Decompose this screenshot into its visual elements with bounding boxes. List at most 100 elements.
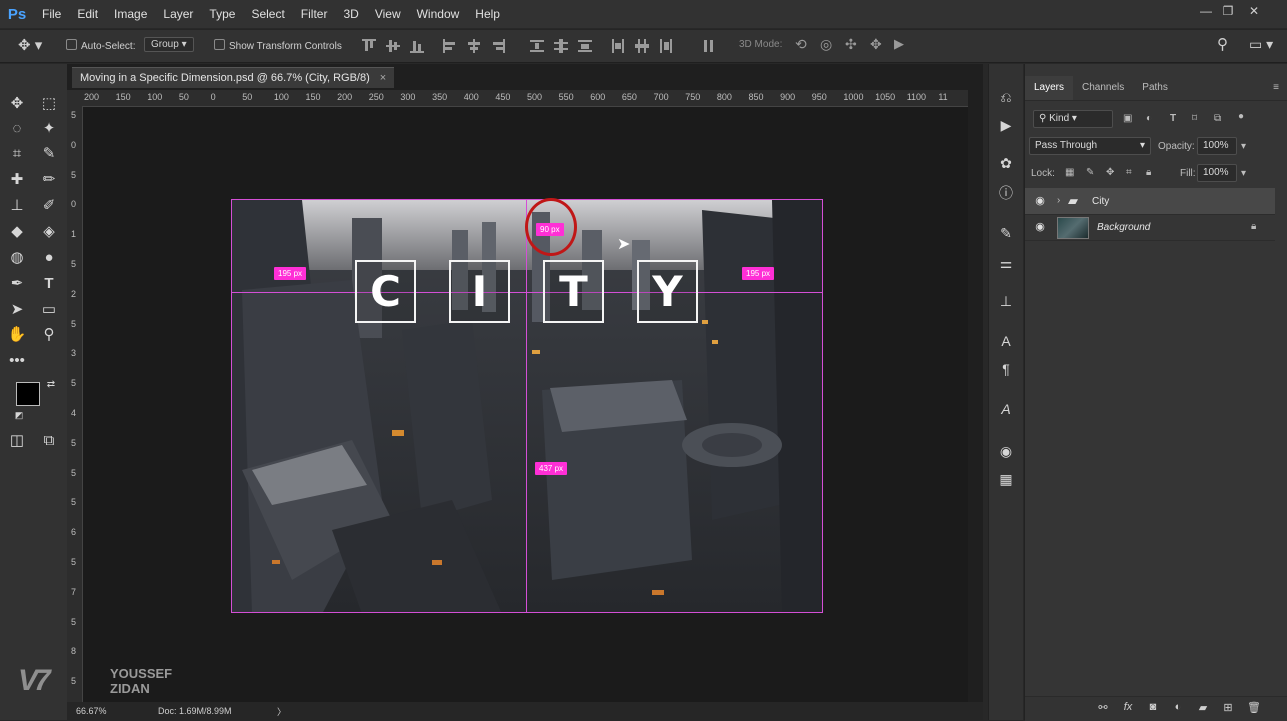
fill-arrow-icon[interactable]: ▾ [1241,168,1246,179]
distribute-right-icon[interactable] [659,39,673,53]
scale-3d-icon[interactable]: ▶ [894,36,904,52]
clone-stamp-icon[interactable]: ⊥ [6,195,28,217]
visibility-eye-icon[interactable]: ◉ [1033,194,1047,208]
menu-3d[interactable]: 3D [335,7,366,21]
menu-edit[interactable]: Edit [69,7,106,21]
filter-shape-icon[interactable]: ⌑ [1192,113,1197,124]
panel-menu-icon[interactable]: ≡ [1264,76,1287,100]
rectangle-tool-icon[interactable]: ▭ [38,299,60,321]
filter-pixel-icon[interactable]: ▣ [1123,113,1132,124]
vertical-ruler[interactable]: 50501525354555657585 [67,106,83,702]
workspace-icon[interactable]: ▭ ▾ [1249,36,1273,53]
auto-align-icon[interactable] [702,39,716,53]
move-tool-icon[interactable]: ✥ [6,93,28,115]
history-brush-icon[interactable]: ✐ [38,195,60,217]
menu-layer[interactable]: Layer [155,7,201,21]
clone-source-icon[interactable]: ⊥ [997,292,1015,310]
align-right-icon[interactable] [491,39,505,53]
distribute-top-icon[interactable] [530,39,544,53]
slide-3d-icon[interactable]: ✥ [870,36,882,53]
close-window-button[interactable]: ✕ [1244,4,1264,22]
align-hcenter-icon[interactable] [467,39,481,53]
filter-toggle-icon[interactable]: ● [1238,111,1244,122]
filter-adjustment-icon[interactable]: ◐ [1146,113,1152,124]
visibility-eye-icon[interactable]: ◉ [1033,220,1047,234]
menu-type[interactable]: Type [201,7,243,21]
brush-tool-icon[interactable]: ✏ [38,169,60,191]
default-colors-icon[interactable]: ◩ [8,404,30,426]
auto-select-checkbox[interactable]: Auto-Select: [66,39,135,52]
blend-mode-dropdown[interactable]: Pass Through ▾ [1029,137,1151,155]
menu-window[interactable]: Window [409,7,468,21]
horizontal-ruler[interactable]: 200 150 100 50 0 50 100 150 200 250 300 350 400 450 50… [82,90,968,107]
crop-tool-icon[interactable]: ⌗ [6,143,28,165]
distribute-hcenter-icon[interactable] [635,39,649,53]
character-icon[interactable]: A [997,332,1015,350]
eyedropper-icon[interactable]: ✎ [38,143,60,165]
document-tab[interactable]: Moving in a Specific Dimension.psd @ 66.… [72,67,395,88]
letter-box-t[interactable]: T [543,260,604,323]
layer-row-city[interactable]: ◉ › ▰ City [1025,188,1275,215]
group-icon[interactable]: ▰ [1195,701,1211,717]
paint-bucket-icon[interactable]: ◈ [38,221,60,243]
eraser-tool-icon[interactable]: ◆ [6,221,28,243]
lock-transparent-icon[interactable]: ▦ [1065,167,1074,178]
glyphs-icon[interactable]: A [997,400,1015,418]
pan-3d-icon[interactable]: ✣ [845,36,857,53]
align-top-icon[interactable] [362,39,376,53]
move-tool-preset-icon[interactable]: ✥ ▾ [18,36,42,54]
screen-mode-icon[interactable]: ⧉ [38,430,60,452]
link-icon[interactable]: ⚯ [1095,701,1111,717]
grid-icon[interactable]: ▦ [997,470,1015,488]
zoom-tool-icon[interactable]: ⚲ [38,324,60,346]
mask-icon[interactable]: ◙ [1145,701,1161,717]
distribute-left-icon[interactable] [611,39,625,53]
canvas-image[interactable] [231,199,823,613]
dodge-tool-icon[interactable]: ● [38,247,60,269]
ruler-origin[interactable] [67,90,82,106]
lock-pixels-icon[interactable]: ✎ [1086,167,1094,178]
marquee-tool-icon[interactable]: ⬚ [38,93,60,115]
tab-layers[interactable]: Layers [1025,76,1074,100]
hand-tool-icon[interactable]: ✋ [6,324,28,346]
menu-filter[interactable]: Filter [293,7,336,21]
pen-tool-icon[interactable]: ✒ [6,273,28,295]
lasso-tool-icon[interactable]: ◌ [6,118,28,140]
magic-wand-icon[interactable]: ✦ [38,118,60,140]
status-menu-arrow[interactable]: 〉 [277,705,286,718]
distribute-vcenter-icon[interactable] [554,39,568,53]
history-icon[interactable]: ⎌ [997,88,1015,106]
menu-file[interactable]: File [34,7,69,21]
info-icon[interactable]: ⓘ [997,184,1015,202]
3d-icon[interactable]: ◉ [997,442,1015,460]
foreground-color-swatch[interactable] [16,382,40,406]
brushes-icon[interactable]: ✎ [997,224,1015,242]
actions-play-icon[interactable]: ▶ [997,116,1015,134]
lock-artboard-icon[interactable]: ⌗ [1126,167,1132,178]
letter-box-y[interactable]: Y [637,260,698,323]
adjustments-icon[interactable]: ⚌ [997,254,1015,272]
filter-smart-object-icon[interactable]: ⧉ [1214,113,1221,124]
letter-box-c[interactable]: C [355,260,416,323]
healing-brush-icon[interactable]: ✚ [6,169,28,191]
close-tab-icon[interactable]: × [380,72,386,84]
more-tools-icon[interactable]: ••• [6,350,28,372]
restore-button[interactable]: ❐ [1218,4,1238,22]
letter-box-i[interactable]: I [449,260,510,323]
auto-select-dropdown[interactable]: Group ▾ [144,37,194,52]
trash-icon[interactable]: 🗑︎ [1246,701,1262,717]
filter-type-icon[interactable]: T [1170,113,1176,124]
layer-filter-dropdown[interactable]: ⚲ Kind ▾ [1033,110,1113,128]
show-transform-checkbox[interactable]: Show Transform Controls [214,39,342,52]
search-icon[interactable]: ⚲ [1217,35,1228,53]
new-layer-icon[interactable]: ⊞ [1220,701,1236,717]
zoom-level[interactable]: 66.67% [76,706,107,716]
opacity-input[interactable]: 100% [1197,137,1237,155]
menu-view[interactable]: View [367,7,409,21]
adjustment-icon[interactable]: ◐ [1170,701,1186,717]
paragraph-icon[interactable]: ¶ [997,360,1015,378]
roll-3d-icon[interactable]: ◎ [820,36,832,53]
menu-image[interactable]: Image [106,7,155,21]
align-bottom-icon[interactable] [410,39,424,53]
lock-all-icon[interactable]: 🔒︎ [1146,167,1151,178]
